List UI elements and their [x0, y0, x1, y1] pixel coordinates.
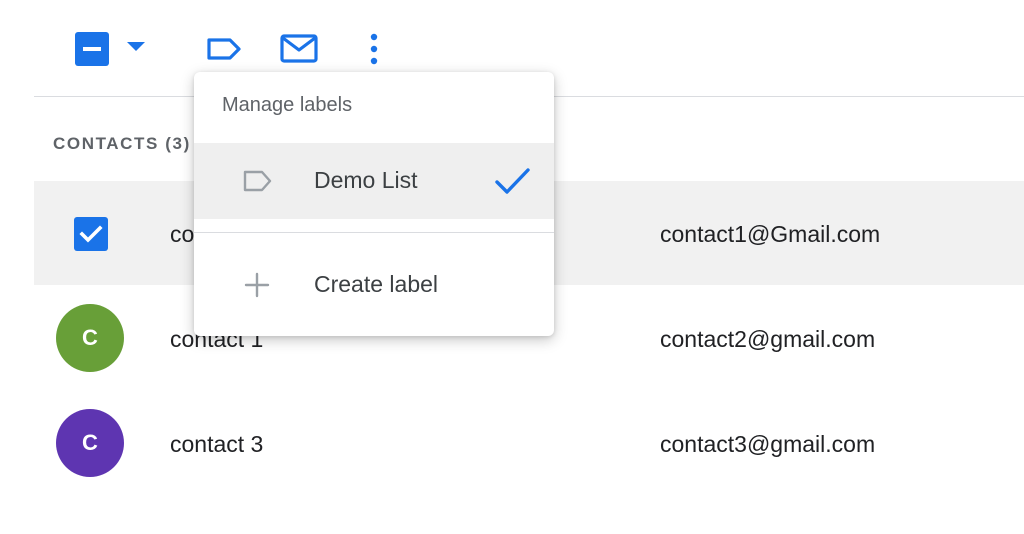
contact-email: contact2@gmail.com: [660, 326, 876, 352]
mail-icon[interactable]: [279, 30, 319, 68]
caret-down-icon[interactable]: [127, 42, 145, 51]
menu-divider: [194, 232, 554, 233]
avatar[interactable]: C: [56, 304, 124, 372]
label-item-name: Demo List: [314, 167, 418, 193]
label-item-demo-list[interactable]: Demo List: [194, 143, 554, 219]
manage-labels-menu: Manage labels Demo List Create label: [194, 72, 554, 336]
contact-email: contact1@Gmail.com: [660, 221, 881, 247]
contacts-section-header: CONTACTS (3): [53, 134, 191, 153]
contact-row[interactable]: C contact 3 contact3@gmail.com: [34, 391, 1024, 495]
label-outline-icon[interactable]: [204, 30, 244, 68]
select-all-checkbox[interactable]: [75, 32, 109, 66]
plus-icon: [242, 271, 274, 299]
label-outline-icon: [242, 167, 274, 195]
more-vert-icon[interactable]: [354, 30, 394, 68]
menu-title: Manage labels: [222, 94, 353, 116]
contact-email: contact3@gmail.com: [660, 431, 876, 457]
row-checkbox[interactable]: [74, 217, 108, 251]
create-label-button[interactable]: Create label: [194, 247, 554, 323]
check-icon: [492, 161, 532, 201]
create-label-text: Create label: [314, 271, 439, 297]
contacts-page: CONTACTS (3) contact 2 contact1@Gmail.co…: [0, 0, 1024, 534]
avatar[interactable]: C: [56, 409, 124, 477]
contact-name: contact 3: [170, 431, 264, 457]
